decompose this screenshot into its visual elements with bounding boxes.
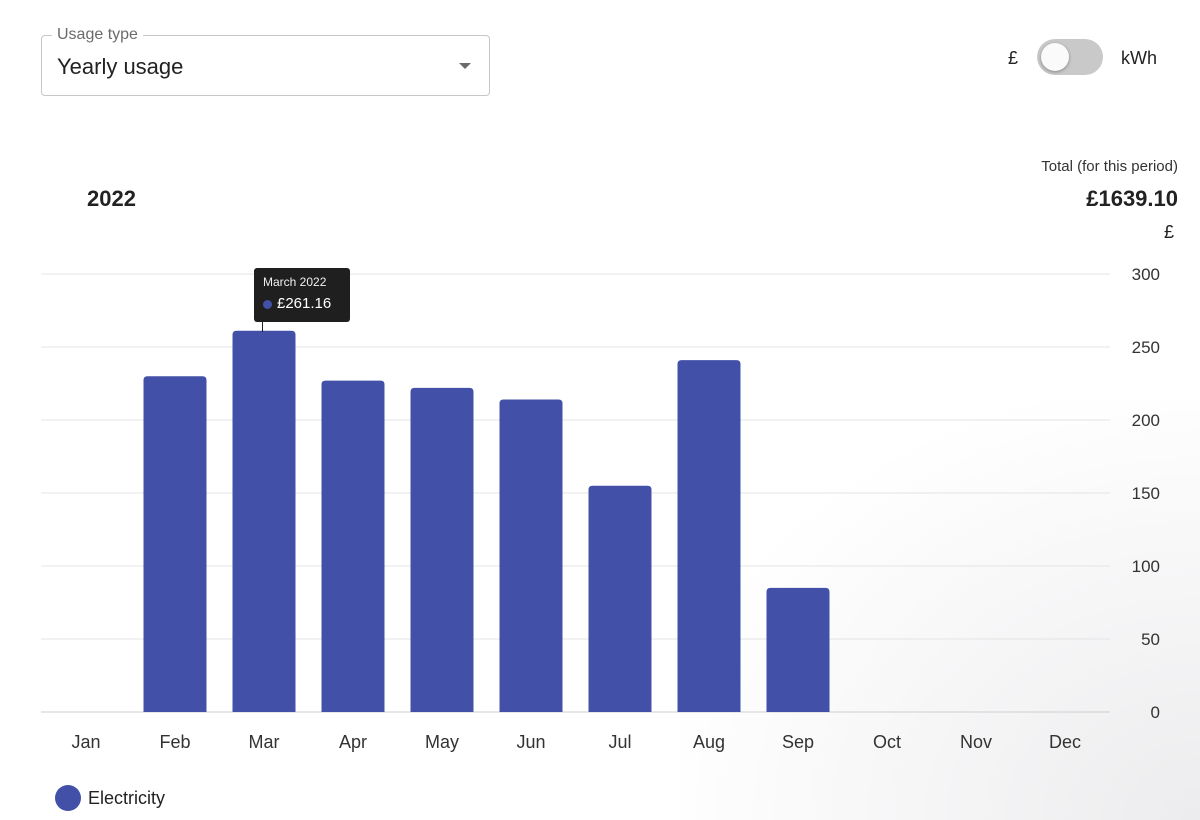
x-tick-label: Dec (1049, 732, 1081, 752)
legend-swatch-icon (55, 785, 81, 811)
x-tick-label: Mar (249, 732, 280, 752)
x-tick-label: Jul (608, 732, 631, 752)
bar-jul[interactable] (588, 485, 652, 712)
x-tick-label: Aug (693, 732, 725, 752)
series-dot-icon (263, 299, 272, 309)
x-tick-label: Jan (71, 732, 100, 752)
legend-label: Electricity (88, 788, 166, 808)
y-tick-label: 150 (1132, 484, 1160, 503)
y-tick-label: 200 (1132, 411, 1160, 430)
bar-tooltip: March 2022 £261.16 (254, 268, 350, 322)
x-tick-label: Feb (159, 732, 190, 752)
bar-apr[interactable] (321, 380, 385, 712)
bars (143, 330, 830, 712)
x-tick-label: Jun (516, 732, 545, 752)
bar-mar[interactable] (232, 330, 296, 712)
y-axis-ticks: 0 50 100 150 200 250 300 (1132, 265, 1160, 722)
y-tick-label: 50 (1141, 630, 1160, 649)
x-tick-label: Sep (782, 732, 814, 752)
bar-sep[interactable] (766, 587, 830, 712)
x-tick-label: Nov (960, 732, 992, 752)
y-tick-label: 250 (1132, 338, 1160, 357)
x-tick-label: Apr (339, 732, 367, 752)
tooltip-row: £261.16 (263, 295, 341, 313)
y-tick-label: 0 (1151, 703, 1160, 722)
legend-item-electricity[interactable]: Electricity (55, 785, 165, 811)
x-tick-label: May (425, 732, 459, 752)
tooltip-pointer (262, 322, 263, 332)
x-axis-ticks: Jan Feb Mar Apr May Jun Jul Aug Sep Oct Nov Dec (71, 732, 1081, 752)
y-tick-label: 100 (1132, 557, 1160, 576)
bar-may[interactable] (410, 387, 474, 712)
bar-jun[interactable] (499, 399, 563, 712)
usage-bar-chart: 0 50 100 150 200 250 300 Jan Feb Mar Apr May Jun Jul… (41, 265, 1160, 752)
y-tick-label: 300 (1132, 265, 1160, 284)
x-tick-label: Oct (873, 732, 901, 752)
bar-feb[interactable] (143, 376, 207, 712)
tooltip-value: £261.16 (277, 295, 332, 312)
bar-aug[interactable] (677, 360, 741, 712)
tooltip-title: March 2022 (263, 275, 327, 289)
